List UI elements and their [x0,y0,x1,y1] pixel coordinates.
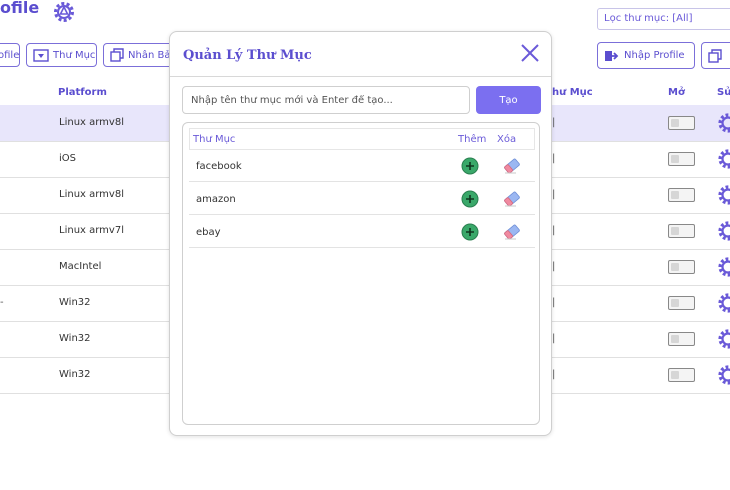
folder-col-delete: Xóa [497,134,517,145]
col-open: Mở [668,87,685,98]
row-folder-edge: | [552,117,556,128]
import-profile-label: Nhập Profile [624,50,685,61]
eraser-icon[interactable] [502,190,522,208]
import-icon [605,50,619,61]
row-platform: MacIntel [59,261,102,272]
copy-icon [708,48,722,63]
folder-icon [33,49,49,62]
gear-icon[interactable] [717,148,730,170]
folder-list-header: Thư Mục Thêm Xóa [189,128,535,150]
row-platform: Win32 [59,369,91,380]
row-folder-edge: | [552,189,556,200]
add-circle-icon[interactable] [461,157,479,175]
modal-divider [170,76,551,77]
gear-icon[interactable] [717,256,730,278]
import-profile-button[interactable]: Nhập Profile [597,42,695,69]
folder-name: facebook [196,161,242,172]
create-folder-button[interactable]: Tạo [476,86,541,114]
folder-manager-modal: Quản Lý Thư Mục Tạo Thư Mục Thêm Xóa fac… [169,31,552,436]
eraser-icon[interactable] [502,157,522,175]
add-circle-icon[interactable] [461,223,479,241]
folder-col-name: Thư Mục [193,134,236,145]
close-icon[interactable] [520,43,540,63]
open-toggle[interactable] [668,260,695,274]
row-folder-edge: | [552,297,556,308]
open-toggle[interactable] [668,368,695,382]
clone-button[interactable]: Nhân Bản [103,43,178,67]
row-folder-edge: | [552,333,556,344]
gear-icon[interactable] [717,292,730,314]
gear-icon[interactable] [717,220,730,242]
row-platform: iOS [59,153,76,164]
folder-button[interactable]: Thư Mục [26,43,97,67]
gear-icon[interactable] [717,184,730,206]
add-circle-icon[interactable] [461,190,479,208]
new-folder-input[interactable] [182,86,470,114]
row-folder-edge: | [552,261,556,272]
modal-title: Quản Lý Thư Mục [183,48,312,63]
profile-button-label: ofile [0,49,20,61]
gear-icon[interactable] [717,364,730,386]
open-toggle[interactable] [668,116,695,130]
folder-name: amazon [196,194,236,205]
folder-filter-select[interactable]: Lọc thư mục: [All] [597,8,730,30]
open-toggle[interactable] [668,296,695,310]
folder-row: ebay [189,216,535,248]
col-edit: Sử [717,87,730,98]
folder-name: ebay [196,227,221,238]
folder-row: amazon [189,183,535,215]
col-folder: hư Mục [552,87,593,98]
copy-button-right[interactable] [701,42,730,69]
open-toggle[interactable] [668,332,695,346]
row-platform: Win32 [59,333,91,344]
row-platform: Win32 [59,297,91,308]
folder-row: facebook [189,150,535,182]
folder-list-panel: Thư Mục Thêm Xóa facebook amazon ebay [182,122,540,425]
col-platform: Platform [58,87,107,98]
eraser-icon[interactable] [502,223,522,241]
gear-icon[interactable] [717,328,730,350]
copy-icon [110,48,124,62]
row-folder-edge: | [552,369,556,380]
open-toggle[interactable] [668,152,695,166]
row-platform: Linux armv7l [59,225,124,236]
row-folder-edge: | [552,225,556,236]
open-toggle[interactable] [668,224,695,238]
row-platform: Linux armv8l [59,189,124,200]
open-toggle[interactable] [668,188,695,202]
folder-button-label: Thư Mục [53,49,96,61]
folder-col-add: Thêm [458,134,487,145]
profile-button[interactable]: ofile [0,43,20,67]
gear-icon[interactable] [52,0,76,24]
gear-icon[interactable] [717,112,730,134]
row-folder-edge: | [552,153,556,164]
row-platform: Linux armv8l [59,117,124,128]
app-title: ofile [0,0,40,17]
row-marker: - [0,297,4,308]
